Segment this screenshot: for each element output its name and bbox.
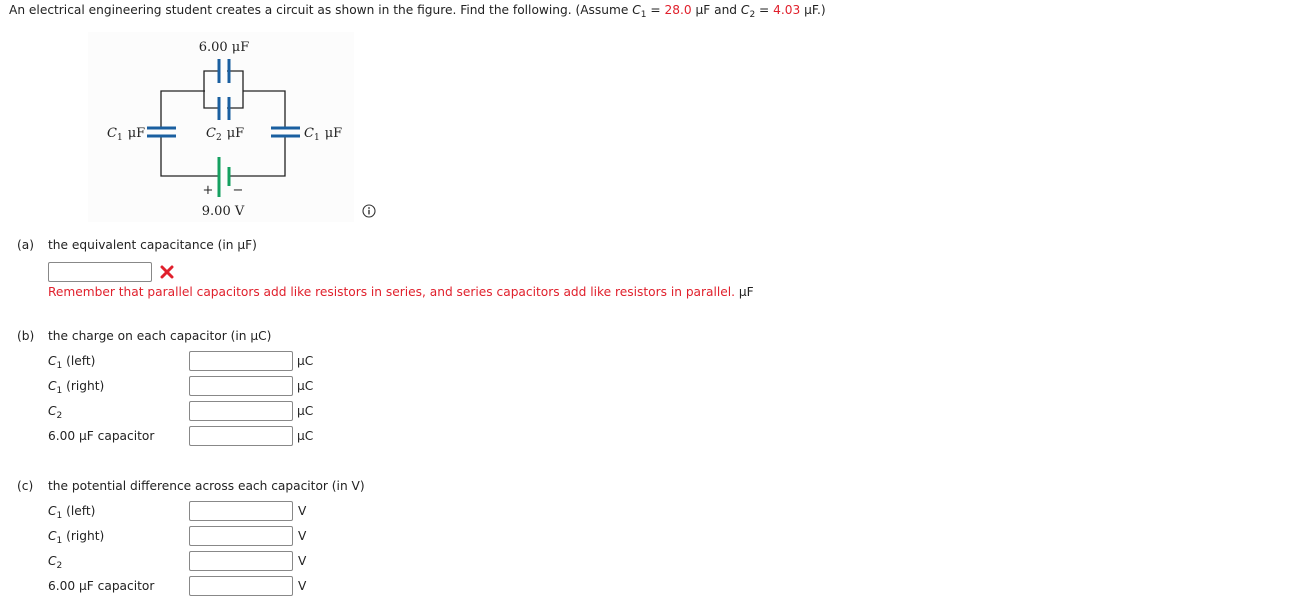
capacitor-plates [147,59,300,138]
battery-plates [217,157,231,197]
c1-symbol: C [632,3,641,17]
part-c-unit: V [298,554,307,568]
unit-and: μF and [691,3,741,17]
wire-bottom-right [229,136,286,177]
part-b-row-label: C1 (right) [48,379,105,396]
part-b-c2-input[interactable] [189,401,293,421]
part-c-unit: V [298,579,307,593]
part-c-c1-right-input[interactable] [189,526,293,546]
eq-sign: = [646,3,665,17]
top-cap-label: 6.00 μF [199,40,250,55]
part-b-unit: μC [297,354,314,368]
left-cap-label: C1 μF [107,126,145,143]
part-a-feedback-row: Remember that parallel capacitors add li… [48,285,754,299]
wire-top-left [160,90,205,128]
part-c-row-label: C2 [48,554,63,571]
part-b-row-label: C1 (left) [48,354,96,371]
part-a-label: (a) [17,238,34,252]
part-b-question: the charge on each capacitor (in μC) [48,329,272,343]
part-c-6uf-input[interactable] [189,576,293,596]
eq-sign: = [755,3,774,17]
part-b-6uf-input[interactable] [189,426,293,446]
part-c-unit: V [298,529,307,543]
part-a-unit: μF [738,285,754,299]
part-b-unit: μC [297,404,314,418]
circuit-wires [160,70,286,177]
part-b-row-label: 6.00 μF capacitor [48,429,155,443]
part-c-question: the potential difference across each cap… [48,479,365,493]
wire-top-right [243,90,286,128]
part-b-unit: μC [297,429,314,443]
part-c-unit: V [298,504,307,518]
info-icon[interactable] [362,204,376,218]
circuit-figure: 6.00 μF C1 μF C2 μF C1 μF + − 9.00 V [107,40,342,219]
c1-value: 28.0 [664,3,692,17]
x-mark-icon [160,265,174,279]
part-b-row-label: C2 [48,404,63,421]
c2-value: 4.03 [773,3,801,17]
part-b-label: (b) [17,329,35,343]
part-a-question: the equivalent capacitance (in μF) [48,238,257,252]
part-b-c1-left-input[interactable] [189,351,293,371]
part-c-label: (c) [17,479,34,493]
problem-tail: μF.) [800,3,826,17]
part-a-feedback: Remember that parallel capacitors add li… [48,285,736,299]
part-b-c1-right-input[interactable] [189,376,293,396]
battery-plus: + [203,183,214,198]
part-c-c1-left-input[interactable] [189,501,293,521]
part-c-c2-input[interactable] [189,551,293,571]
wire-bottom-left [160,136,220,177]
part-b-unit: μC [297,379,314,393]
battery-minus: − [233,183,244,198]
part-c-row-label: 6.00 μF capacitor [48,579,155,593]
mid-cap-label: C2 μF [206,126,244,143]
part-c-row-label: C1 (left) [48,504,96,521]
battery-label: 9.00 V [202,204,245,219]
right-cap-label: C1 μF [304,126,342,143]
part-a-answer-input[interactable] [48,262,152,282]
part-c-row-label: C1 (right) [48,529,105,546]
